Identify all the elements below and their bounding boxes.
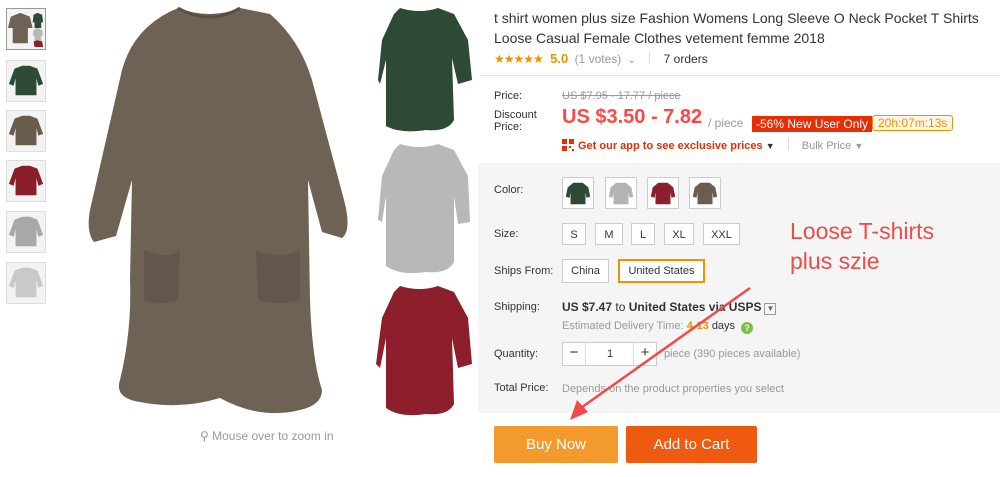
total-price-label: Total Price: (494, 382, 549, 394)
green-shirt-figure (378, 8, 472, 132)
quantity-stepper: − 1 + (562, 342, 657, 366)
brown-shirt-figure (88, 8, 348, 414)
star-rating-icon: ★★★★★ (494, 52, 544, 66)
color-swatch-red[interactable] (647, 177, 679, 209)
magnifier-icon: ⚲ (200, 429, 209, 443)
gray-shirt-figure (378, 144, 470, 274)
main-product-image[interactable] (60, 0, 480, 420)
color-swatch-gray[interactable] (605, 177, 637, 209)
estimated-delivery: Estimated Delivery Time: 4-13 days ? (562, 320, 754, 334)
rating-row: ★★★★★ 5.0 (1 votes) ⌄ 7 orders (494, 51, 708, 66)
color-swatch-green-image (565, 182, 591, 205)
votes-count[interactable]: (1 votes) (575, 52, 622, 66)
thumbnail-collage-image (7, 12, 44, 48)
thumbnail-collage[interactable] (6, 8, 46, 50)
color-swatch-green[interactable] (562, 177, 594, 209)
size-option-xxl[interactable]: XXL (703, 223, 740, 245)
product-title: t shirt women plus size Fashion Womens L… (494, 10, 979, 46)
price-label: Price: (494, 90, 523, 102)
caret-down-icon[interactable]: ▼ (854, 141, 863, 151)
thumbnail-green[interactable] (6, 60, 46, 102)
app-promo-row: Get our app to see exclusive prices ▼ Bu… (562, 138, 863, 152)
divider (649, 52, 651, 64)
shipping-to: to (615, 300, 626, 314)
shipping-cost: US $7.47 (562, 300, 613, 314)
size-label: Size: (494, 228, 519, 240)
bulk-price-link[interactable]: Bulk Price (802, 140, 852, 152)
qr-code-icon (562, 139, 574, 151)
color-swatch-gray-image (608, 182, 634, 205)
quantity-input[interactable]: 1 (585, 343, 635, 365)
size-option-m[interactable]: M (595, 223, 623, 245)
annotation-text: Loose T-shirts plus szie (790, 216, 934, 276)
color-swatch-brown-image (692, 182, 718, 205)
est-delivery-label: Estimated Delivery Time: (562, 320, 684, 332)
total-price-note: Depends on the product properties you se… (562, 383, 784, 395)
size-option-l[interactable]: L (631, 223, 655, 245)
color-swatch-brown[interactable] (689, 177, 721, 209)
thumbnail-red[interactable] (6, 160, 46, 202)
thumbnail-gray[interactable] (6, 211, 46, 253)
thumbnail-green-image (8, 65, 44, 96)
discount-price-label: Discount Price: (494, 109, 537, 133)
per-piece-unit: / piece (708, 116, 744, 130)
thumbnail-brown-image (8, 115, 44, 146)
add-to-cart-button[interactable]: Add to Cart (626, 426, 757, 463)
rating-value: 5.0 (550, 51, 569, 66)
quantity-increase-button[interactable]: + (633, 343, 656, 365)
size-option-s[interactable]: S (562, 223, 586, 245)
buy-now-button[interactable]: Buy Now (494, 426, 618, 463)
shipping-dropdown-icon[interactable]: ▼ (764, 303, 777, 315)
color-swatch-red-image (650, 182, 676, 205)
color-label: Color: (494, 184, 524, 196)
thumbnail-lightgray[interactable] (6, 262, 46, 304)
divider (787, 138, 789, 150)
options-panel (478, 163, 1000, 413)
original-price: US $7.95 - 17.77 / piece (562, 90, 681, 102)
discount-label-line1: Discount (494, 109, 537, 121)
red-shirt-figure (376, 286, 472, 416)
zoom-hint-text: Mouse over to zoom in (212, 429, 334, 443)
shipping-destination[interactable]: United States via USPS (629, 300, 762, 314)
quantity-availability: piece (390 pieces available) (664, 348, 801, 360)
countdown-timer: 20h:07m:13s (872, 115, 954, 131)
chevron-down-icon[interactable]: ⌄ (628, 55, 636, 66)
thumbnail-gray-image (8, 216, 44, 247)
est-delivery-unit: days (711, 320, 736, 332)
est-delivery-days: 4-13 (686, 320, 709, 332)
annotation-line1: Loose T-shirts (790, 218, 935, 244)
caret-down-icon[interactable]: ▼ (766, 141, 775, 151)
zoom-hint: ⚲ Mouse over to zoom in (200, 429, 334, 443)
ships-from-china[interactable]: China (562, 259, 609, 283)
quantity-decrease-button[interactable]: − (563, 343, 586, 365)
app-promo-link[interactable]: Get our app to see exclusive prices (578, 140, 763, 152)
shipping-info: US $7.47 to United States via USPS ▼ (562, 300, 777, 315)
question-icon[interactable]: ? (741, 322, 754, 334)
annotation-line2: plus szie (790, 248, 880, 274)
ships-from-label: Ships From: (494, 265, 554, 277)
new-user-badge: -56% New User Only (752, 116, 873, 132)
thumbnail-lightgray-image (8, 267, 44, 298)
discount-price: US $3.50 - 7.82 (562, 106, 703, 128)
shipping-label: Shipping: (494, 301, 540, 313)
orders-count: 7 orders (663, 52, 708, 66)
size-option-xl[interactable]: XL (664, 223, 694, 245)
discount-label-line2: Price: (494, 121, 523, 133)
quantity-label: Quantity: (494, 348, 539, 360)
thumbnail-red-image (8, 165, 44, 196)
ships-from-united-states[interactable]: United States (618, 259, 705, 283)
divider (480, 75, 1000, 76)
thumbnail-brown[interactable] (6, 110, 46, 152)
